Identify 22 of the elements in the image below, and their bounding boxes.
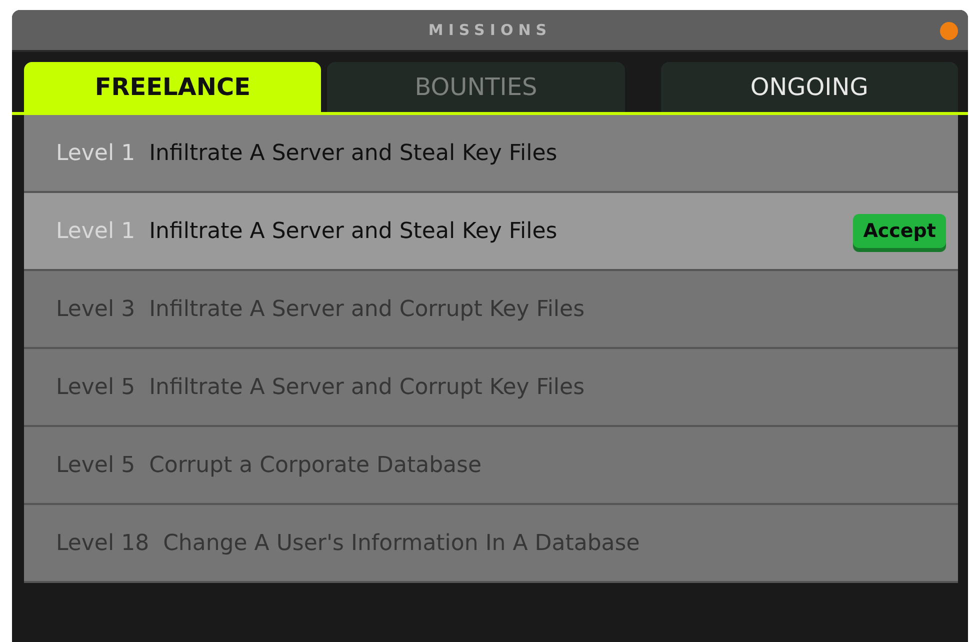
mission-row[interactable]: Level 1 Infiltrate A Server and Steal Key Files [24,115,958,193]
mission-row[interactable]: Level 5 Infiltrate A Server and Corrupt Key Files [24,349,958,427]
window-title: MISSIONS [428,21,552,39]
mission-level: Level 5 [56,452,136,478]
mission-title: Infiltrate A Server and Corrupt Key Files [149,374,586,400]
mission-title: Corrupt a Corporate Database [149,452,483,478]
mission-row[interactable]: Level 5 Corrupt a Corporate Database [24,427,958,505]
mission-level: Level 5 [56,374,136,400]
mission-level: Level 18 [56,530,150,556]
mission-level: Level 3 [56,296,136,322]
tab[interactable]: ONGOING [660,62,958,112]
tab[interactable]: FREELANCE [24,62,322,112]
mission-row[interactable]: Level 3 Infiltrate A Server and Corrupt Key Files [24,271,958,349]
accept-button[interactable]: Accept [853,214,946,248]
mission-title: Infiltrate A Server and Steal Key Files [149,140,558,166]
mission-title: Infiltrate A Server and Steal Key Files [149,218,558,244]
mission-level: Level 1 [56,140,136,166]
mission-row[interactable]: Level 18 Change A User's Information In A Database [24,505,958,583]
mission-level: Level 1 [56,218,136,244]
mission-title: Change A User's Information In A Database [163,530,641,556]
mission-title: Infiltrate A Server and Corrupt Key Files [149,296,586,322]
mission-row[interactable]: Level 1 Infiltrate A Server and Steal Key Files Accept [24,193,958,271]
